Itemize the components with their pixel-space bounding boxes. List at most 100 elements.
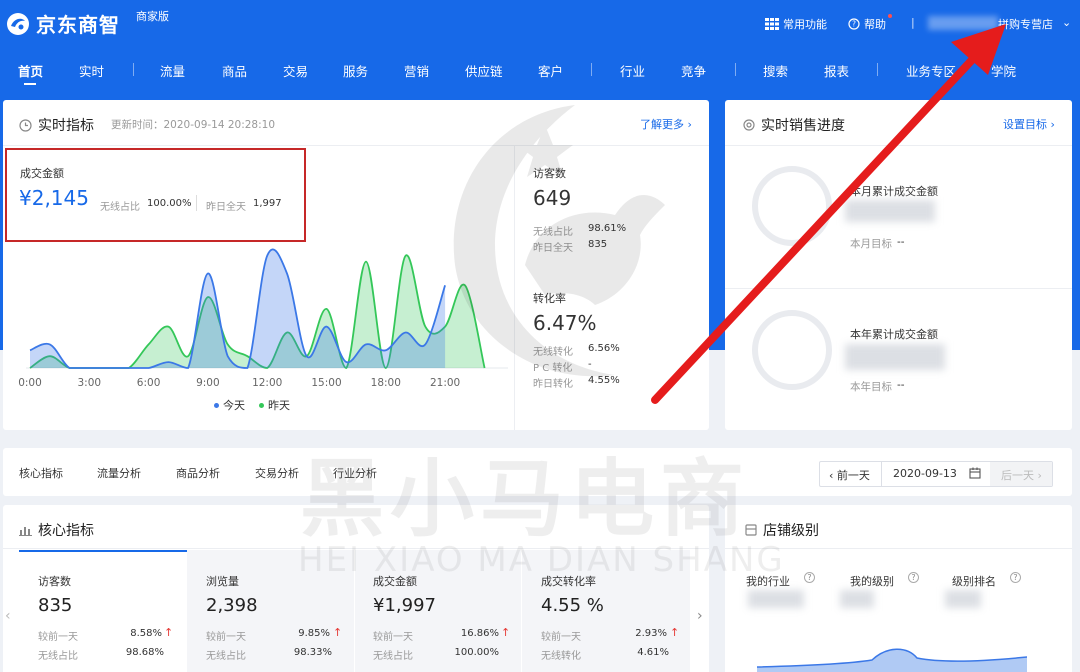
year-target-value: -- xyxy=(897,379,905,391)
visitors-yesterday-value: 835 xyxy=(588,239,608,250)
nav-item-business-zone[interactable]: 业务专区 xyxy=(906,61,956,80)
series-line-today[interactable] xyxy=(29,248,446,369)
update-time: 更新时间：2020-09-14 20:28:10 xyxy=(111,119,276,131)
main-nav: 首页 实时 流量 商品 交易 服务 营销 供应链 客户 行业 竞争 搜索 报表 … xyxy=(0,55,1080,85)
kpi-label: 访客数 xyxy=(38,575,71,588)
x-tick-label: 18:00 xyxy=(371,377,401,389)
next-day-button[interactable]: 后一天 › xyxy=(1001,467,1042,483)
kpi-compare-label: 较前一天 xyxy=(38,632,78,643)
core-metrics-title-label: 核心指标 xyxy=(38,523,94,539)
nav-item-home[interactable]: 首页 xyxy=(18,61,43,80)
legend-today-label[interactable]: 今天 xyxy=(223,397,245,413)
common-functions-button[interactable]: 常用功能 xyxy=(765,16,827,32)
conv-yesterday-value: 4.55% xyxy=(588,375,620,386)
month-target-value: -- xyxy=(897,236,905,248)
month-gmv-blurred xyxy=(845,200,935,222)
nav-item-customer[interactable]: 客户 xyxy=(538,61,563,80)
x-tick-label: 0:00 xyxy=(18,377,42,389)
shop-name-blurred xyxy=(928,16,998,30)
conv-yesterday-label: 昨日转化 xyxy=(533,379,573,390)
divider xyxy=(514,146,515,430)
conv-pc-value: - xyxy=(588,359,592,370)
carousel-right-arrow[interactable]: › xyxy=(697,608,703,624)
kpi-compare-value: 8.58% xyxy=(130,628,162,639)
common-functions-label: 常用功能 xyxy=(783,18,827,31)
header-separator: | xyxy=(911,16,915,29)
help-button[interactable]: ? 帮助 xyxy=(848,16,886,32)
kpi-label: 成交金额 xyxy=(373,575,417,588)
divider xyxy=(3,548,709,549)
nav-item-academy[interactable]: 学院 xyxy=(991,61,1016,80)
nav-item-marketing[interactable]: 营销 xyxy=(404,61,429,80)
year-gmv-blurred xyxy=(845,344,945,370)
kpi-compare-value: 16.86% xyxy=(460,628,499,639)
visitors-wireless-value: 98.61% xyxy=(588,223,627,234)
learn-more-link[interactable]: 了解更多 › xyxy=(640,116,692,132)
date-input[interactable]: 2020-09-13 xyxy=(893,467,957,480)
realtime-chart: 0:00 3:00 6:00 9:00 12:00 15:00 18:00 21:00 xyxy=(18,248,508,389)
chevron-down-icon[interactable]: ⌄ xyxy=(1062,16,1071,29)
x-tick-label: 21:00 xyxy=(430,377,460,389)
legend-yesterday-label[interactable]: 昨天 xyxy=(268,397,290,413)
store-level-title-label: 店铺级别 xyxy=(763,523,819,539)
up-arrow-icon: ↑ xyxy=(501,626,511,639)
nav-item-competition[interactable]: 竞争 xyxy=(681,61,706,80)
logo-text: 京东商智 xyxy=(36,13,120,37)
divider xyxy=(725,145,1072,146)
help-icon[interactable]: ? xyxy=(1010,572,1021,583)
month-target-label: 本月目标 xyxy=(850,238,892,250)
tab-industry-analysis[interactable]: 行业分析 xyxy=(333,465,377,481)
kpi-compare-value: 9.85% xyxy=(298,628,330,639)
nav-item-product[interactable]: 商品 xyxy=(222,61,247,80)
kpi-compare-label: 较前一天 xyxy=(206,632,246,643)
nav-item-search[interactable]: 搜索 xyxy=(763,61,788,80)
tab-traffic-analysis[interactable]: 流量分析 xyxy=(97,465,141,481)
help-icon[interactable]: ? xyxy=(908,572,919,583)
logo[interactable]: 京东商智 xyxy=(6,9,120,38)
visitors-label: 访客数 xyxy=(533,167,566,180)
nav-item-traffic[interactable]: 流量 xyxy=(160,61,185,80)
kpi-compare-label: 较前一天 xyxy=(541,632,581,643)
kpi-share-label: 无线占比 xyxy=(206,651,246,662)
tab-core-metrics[interactable]: 核心指标 xyxy=(19,465,63,481)
kpi-share-label: 无线占比 xyxy=(373,651,413,662)
industry-value-blurred xyxy=(748,590,804,608)
nav-separator xyxy=(133,63,134,76)
nav-item-trade[interactable]: 交易 xyxy=(283,61,308,80)
shop-name[interactable]: 拼购专营店 xyxy=(998,16,1053,32)
nav-item-supply-chain[interactable]: 供应链 xyxy=(465,61,503,80)
visitors-wireless-label: 无线占比 xyxy=(533,227,573,238)
store-icon xyxy=(745,524,757,536)
nav-separator xyxy=(877,63,878,76)
year-gmv-label: 本年累计成交金额 xyxy=(850,328,938,341)
rank-value-blurred xyxy=(945,590,981,608)
kpi-value: ¥1,997 xyxy=(373,595,436,616)
help-label: 帮助 xyxy=(864,18,886,31)
level-distribution-chart xyxy=(757,648,1027,672)
nav-separator xyxy=(591,63,592,76)
realtime-title: 实时指标 xyxy=(19,115,94,135)
nav-separator xyxy=(735,63,736,76)
set-target-link[interactable]: 设置目标 › xyxy=(1003,116,1055,132)
help-icon[interactable]: ? xyxy=(804,572,815,583)
tab-product-analysis[interactable]: 商品分析 xyxy=(176,465,220,481)
kpi-share-value: 100.00% xyxy=(454,647,500,658)
nav-item-industry[interactable]: 行业 xyxy=(620,61,645,80)
tab-trade-analysis[interactable]: 交易分析 xyxy=(255,465,299,481)
sales-progress-title-label: 实时销售进度 xyxy=(761,118,845,134)
nav-item-realtime[interactable]: 实时 xyxy=(79,61,104,80)
kpi-share-label: 无线转化 xyxy=(541,651,581,662)
month-gmv-label: 本月累计成交金额 xyxy=(850,185,938,198)
nav-item-service[interactable]: 服务 xyxy=(343,61,368,80)
conv-wireless-value: 6.56% xyxy=(588,343,620,354)
nav-item-reports[interactable]: 报表 xyxy=(824,61,849,80)
carousel-left-arrow[interactable]: ‹ xyxy=(5,608,11,624)
logo-icon xyxy=(6,12,30,36)
kpi-share-value: 98.68% xyxy=(125,647,164,658)
calendar-icon[interactable] xyxy=(969,467,981,482)
year-target-label: 本年目标 xyxy=(850,381,892,393)
divider xyxy=(725,548,1072,549)
prev-day-button[interactable]: ‹ 前一天 xyxy=(829,467,870,483)
my-level-label: 我的级别 xyxy=(850,575,894,588)
clock-icon xyxy=(19,118,32,132)
